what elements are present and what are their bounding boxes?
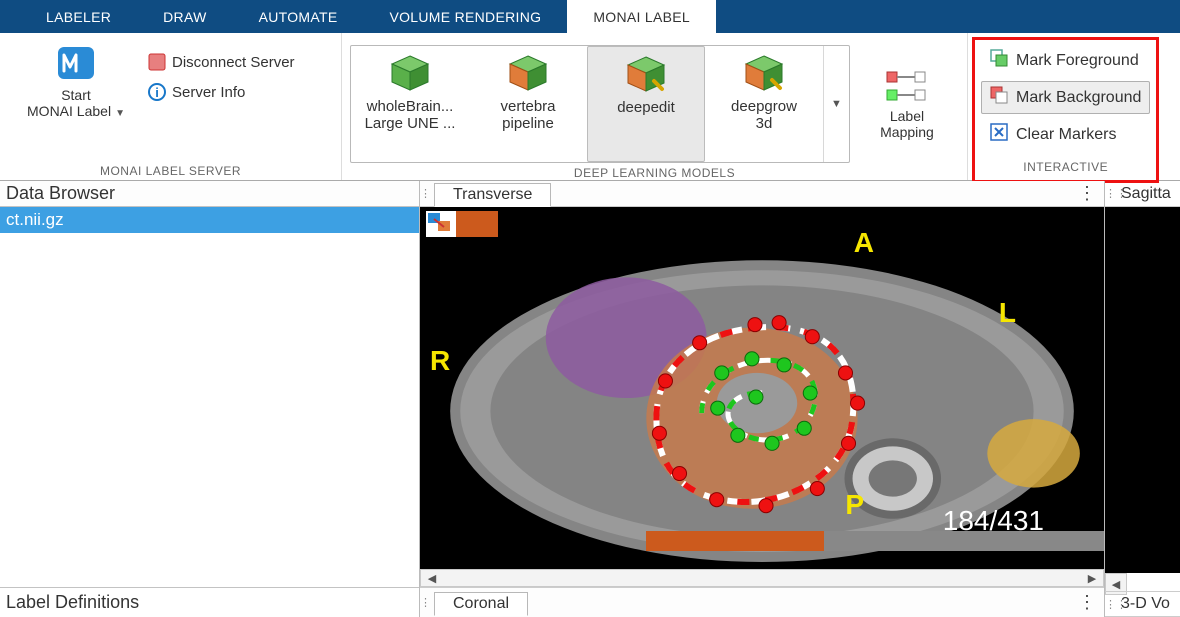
viewer-menu-button[interactable]: ⋮ xyxy=(1078,592,1098,613)
cube-icon xyxy=(506,54,550,92)
slice-viewer[interactable]: R A L P 184/431 xyxy=(420,207,1104,569)
mapping-icon xyxy=(885,70,929,108)
workspace: Data Browser ct.nii.gz Label Definitions… xyxy=(0,181,1180,617)
viewer-tabs: ⋮⋮ Transverse ⋮ xyxy=(420,181,1104,207)
viewer-orange-block xyxy=(456,211,498,237)
model-deepedit[interactable]: deepedit xyxy=(587,46,705,162)
sagittal-view[interactable] xyxy=(1105,207,1180,573)
mark-foreground-button[interactable]: Mark Foreground xyxy=(981,44,1150,77)
mark-background-button[interactable]: Mark Background xyxy=(981,81,1150,114)
start-btn-line2: MONAI Label▼ xyxy=(27,103,125,119)
viewer-tab-coronal[interactable]: Coronal xyxy=(434,592,528,616)
ribbon-group-title-server: MONAI LABEL SERVER xyxy=(0,161,341,180)
server-info-button[interactable]: i Server Info xyxy=(148,83,295,101)
label-definitions-title: Label Definitions xyxy=(0,587,419,617)
ribbon-group-interactive: Mark Foreground Mark Background Clear Ma… xyxy=(968,33,1180,180)
models-dropdown[interactable]: ▼ xyxy=(823,46,849,162)
ribbon-group-title-models: DEEP LEARNING MODELS xyxy=(342,163,967,182)
viewer-progress-bar xyxy=(420,531,1104,551)
center-pane: ⋮⋮ Transverse ⋮ xyxy=(420,181,1104,617)
data-browser-empty xyxy=(0,233,419,587)
tab-volume-rendering[interactable]: VOLUME RENDERING xyxy=(363,0,567,33)
ribbon: Start MONAI Label▼ Disconnect Server i S… xyxy=(0,33,1180,181)
cube-edit-icon xyxy=(742,54,786,92)
model-vertebra[interactable]: vertebra pipeline xyxy=(469,46,587,162)
pane-grip-icon[interactable]: ⋮⋮ xyxy=(1105,187,1117,200)
viewer-tab-sagittal[interactable]: Sagitta xyxy=(1117,185,1171,203)
svg-text:i: i xyxy=(155,85,159,100)
models-list: wholeBrain... Large UNE ... vertebra pip… xyxy=(350,45,850,163)
pane-grip-icon[interactable]: ⋮⋮ xyxy=(1105,598,1117,611)
interactive-highlight: Mark Foreground Mark Background Clear Ma… xyxy=(972,37,1159,183)
foreground-icon xyxy=(990,49,1008,72)
label-mapping-button[interactable]: Label Mapping xyxy=(864,62,950,140)
right-sliver: ⋮⋮ Sagitta ◀ ⋮⋮ 3-D Vo xyxy=(1104,181,1180,617)
start-monai-label-button[interactable]: Start MONAI Label▼ xyxy=(8,39,144,119)
viewer-scrollbar[interactable]: ◀ ▶ xyxy=(420,569,1104,587)
model-wholebrain[interactable]: wholeBrain... Large UNE ... xyxy=(351,46,469,162)
cube-edit-icon xyxy=(624,55,668,93)
viewer-tab-3d[interactable]: 3-D Vo xyxy=(1117,595,1170,613)
model-deepgrow3d[interactable]: deepgrow 3d xyxy=(705,46,823,162)
tab-automate[interactable]: AUTOMATE xyxy=(233,0,364,33)
disconnect-server-button[interactable]: Disconnect Server xyxy=(148,53,295,71)
tab-labeler[interactable]: LABELER xyxy=(20,0,137,33)
monai-logo-icon xyxy=(56,43,96,83)
scroll-right-icon[interactable]: ▶ xyxy=(1081,570,1103,586)
chevron-down-icon: ▼ xyxy=(115,108,125,119)
background-icon xyxy=(990,86,1008,109)
clear-icon xyxy=(990,123,1008,146)
tab-draw[interactable]: DRAW xyxy=(137,0,232,33)
data-browser-title: Data Browser xyxy=(0,181,419,207)
scroll-left-icon[interactable]: ◀ xyxy=(421,570,443,586)
top-nav: LABELER DRAW AUTOMATE VOLUME RENDERING M… xyxy=(0,0,1180,33)
viewer-tabs-coronal: ⋮⋮ Coronal ⋮ xyxy=(420,587,1104,617)
info-icon: i xyxy=(148,83,166,101)
disconnect-icon xyxy=(148,53,166,71)
orientation-R: R xyxy=(430,345,450,377)
tab-monai-label[interactable]: MONAI LABEL xyxy=(567,0,716,33)
pane-grip-icon[interactable]: ⋮⋮ xyxy=(420,596,432,609)
ribbon-group-title-interactive: INTERACTIVE xyxy=(981,157,1150,176)
cube-icon xyxy=(388,54,432,92)
orientation-P: P xyxy=(845,489,864,521)
left-pane: Data Browser ct.nii.gz Label Definitions xyxy=(0,181,420,617)
viewer-menu-button[interactable]: ⋮ xyxy=(1078,183,1098,204)
pane-grip-icon[interactable]: ⋮⋮ xyxy=(420,187,432,200)
data-browser-file[interactable]: ct.nii.gz xyxy=(0,207,419,233)
clear-markers-button[interactable]: Clear Markers xyxy=(981,118,1150,151)
start-btn-line1: Start xyxy=(61,87,91,103)
viewer-tab-transverse[interactable]: Transverse xyxy=(434,183,551,207)
orientation-L: L xyxy=(999,297,1016,329)
orientation-A: A xyxy=(854,227,874,259)
ribbon-group-server: Start MONAI Label▼ Disconnect Server i S… xyxy=(0,33,342,180)
ribbon-group-models: wholeBrain... Large UNE ... vertebra pip… xyxy=(342,33,968,180)
viewer-corner-icon[interactable] xyxy=(426,211,456,237)
